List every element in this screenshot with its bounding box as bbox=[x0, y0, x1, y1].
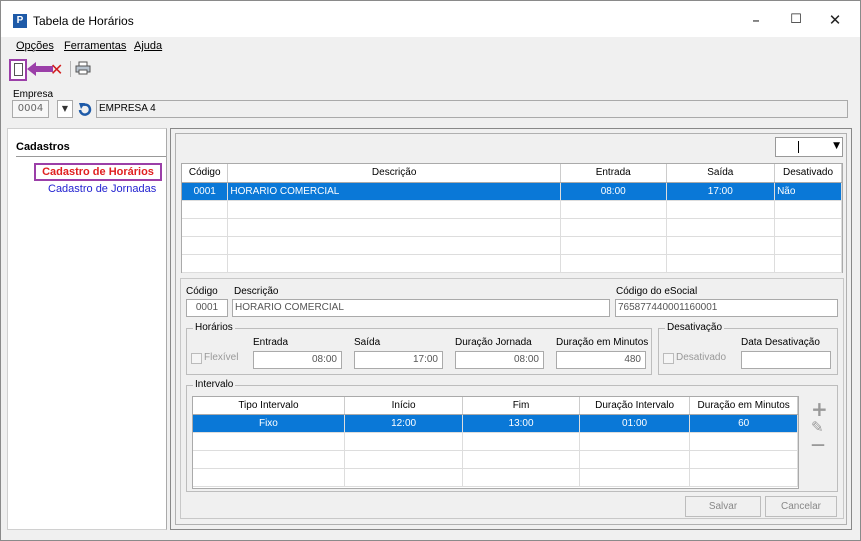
minimize-button[interactable]: – bbox=[736, 7, 776, 33]
menu-bar: Opções Ferramentas Ajuda bbox=[1, 37, 860, 57]
sidebar-divider bbox=[16, 156, 166, 157]
empresa-name-field[interactable]: EMPRESA 4 bbox=[96, 100, 848, 118]
toolbar: ✕ bbox=[1, 57, 860, 83]
cell-entrada[interactable]: 08:00 bbox=[560, 182, 667, 201]
filter-combobox[interactable]: ▼ bbox=[775, 137, 843, 157]
cell-tipo[interactable]: Fixo bbox=[193, 414, 345, 433]
text-caret bbox=[798, 141, 799, 153]
refresh-icon[interactable] bbox=[77, 101, 93, 117]
data-desativacao-label: Data Desativação bbox=[741, 337, 820, 348]
app-p-icon: P bbox=[13, 14, 27, 28]
empresa-code-field[interactable]: 0004 bbox=[12, 100, 49, 118]
empty-row[interactable] bbox=[182, 254, 842, 273]
column-header-fim[interactable]: Fim bbox=[462, 397, 580, 415]
descricao-label: Descrição bbox=[234, 286, 279, 297]
empty-row[interactable] bbox=[182, 218, 842, 237]
empty-row[interactable] bbox=[193, 432, 798, 451]
cell-minutos[interactable]: 60 bbox=[689, 414, 798, 433]
codigo-field[interactable]: 0001 bbox=[186, 299, 228, 317]
horarios-grid: Código Descrição Entrada Saída Desativad… bbox=[181, 163, 843, 273]
title-bar: P Tabela de Horários – ☐ ✕ bbox=[1, 1, 860, 37]
intervalo-header-row: Tipo Intervalo Início Fim Duração Interv… bbox=[193, 397, 798, 415]
column-header-inicio[interactable]: Início bbox=[344, 397, 464, 415]
close-button[interactable]: ✕ bbox=[815, 7, 855, 33]
column-header-entrada[interactable]: Entrada bbox=[560, 164, 667, 183]
sidebar: Cadastros Cadastro de Horários Cadastro … bbox=[7, 128, 167, 530]
maximize-button[interactable]: ☐ bbox=[776, 7, 816, 33]
edit-interval-icon[interactable]: ✎ bbox=[811, 418, 824, 436]
flexivel-checkbox[interactable] bbox=[191, 353, 202, 364]
desativado-label: Desativado bbox=[676, 352, 727, 363]
empty-row[interactable] bbox=[193, 468, 798, 487]
entrada-field[interactable]: 08:00 bbox=[253, 351, 342, 369]
empty-row[interactable] bbox=[182, 236, 842, 255]
intervalo-grid: Tipo Intervalo Início Fim Duração Interv… bbox=[192, 396, 799, 489]
sidebar-title: Cadastros bbox=[16, 141, 70, 153]
menu-ajuda[interactable]: Ajuda bbox=[134, 40, 162, 52]
delete-x-icon[interactable]: ✕ bbox=[50, 60, 63, 79]
menu-opcoes[interactable]: Opções bbox=[16, 40, 54, 52]
cancel-button[interactable]: Cancelar bbox=[765, 496, 837, 517]
cell-fim[interactable]: 13:00 bbox=[462, 414, 580, 433]
flexivel-label: Flexível bbox=[204, 352, 239, 363]
cell-saida[interactable]: 17:00 bbox=[666, 182, 776, 201]
duracao-minutos-field[interactable]: 480 bbox=[556, 351, 646, 369]
column-header-saida[interactable]: Saída bbox=[666, 164, 776, 183]
desativado-checkbox[interactable] bbox=[663, 353, 674, 364]
sidebar-item-cadastro-jornadas[interactable]: Cadastro de Jornadas bbox=[48, 183, 156, 195]
entrada-label: Entrada bbox=[253, 337, 289, 348]
esocial-field[interactable]: 765877440001160001 bbox=[615, 299, 838, 317]
empresa-label: Empresa bbox=[13, 89, 54, 100]
esocial-label: Código do eSocial bbox=[616, 286, 698, 297]
column-header-descricao[interactable]: Descrição bbox=[227, 164, 561, 183]
toolbar-separator bbox=[70, 61, 71, 77]
chevron-down-icon[interactable]: ▼ bbox=[833, 141, 840, 151]
desativacao-group-title: Desativação bbox=[665, 322, 725, 333]
table-row[interactable]: 0001 HORARIO COMERCIAL 08:00 17:00 Não bbox=[182, 182, 842, 201]
cell-descricao[interactable]: HORARIO COMERCIAL bbox=[227, 182, 561, 201]
column-header-tipo-intervalo[interactable]: Tipo Intervalo bbox=[193, 397, 345, 415]
window-title: Tabela de Horários bbox=[33, 14, 134, 28]
column-header-codigo[interactable]: Código bbox=[182, 164, 229, 183]
cell-duracao[interactable]: 01:00 bbox=[579, 414, 691, 433]
horarios-group-title: Horários bbox=[193, 322, 235, 333]
new-document-button[interactable] bbox=[9, 59, 27, 81]
duracao-jornada-label: Duração Jornada bbox=[455, 337, 532, 348]
cell-codigo[interactable]: 0001 bbox=[182, 182, 229, 201]
table-row[interactable]: Fixo 12:00 13:00 01:00 60 bbox=[193, 414, 798, 433]
cell-inicio[interactable]: 12:00 bbox=[344, 414, 464, 433]
data-desativacao-field[interactable] bbox=[741, 351, 831, 369]
column-header-duracao-intervalo[interactable]: Duração Intervalo bbox=[579, 397, 691, 415]
duracao-minutos-label: Duração em Minutos bbox=[556, 337, 649, 348]
saida-label: Saída bbox=[354, 337, 381, 348]
cell-desativado[interactable]: Não bbox=[774, 182, 842, 201]
intervalo-group-title: Intervalo bbox=[193, 379, 236, 390]
column-header-duracao-minutos[interactable]: Duração em Minutos bbox=[689, 397, 798, 415]
save-button[interactable]: Salvar bbox=[685, 496, 761, 517]
grid-header-row: Código Descrição Entrada Saída Desativad… bbox=[182, 164, 842, 183]
saida-field[interactable]: 17:00 bbox=[354, 351, 443, 369]
empty-row[interactable] bbox=[182, 200, 842, 219]
menu-ferramentas[interactable]: Ferramentas bbox=[64, 40, 126, 52]
new-document-icon bbox=[14, 63, 23, 76]
main-window: P Tabela de Horários – ☐ ✕ Opções Ferram… bbox=[0, 0, 861, 541]
empresa-dropdown-button[interactable]: ▼ bbox=[57, 100, 73, 118]
remove-interval-icon[interactable]: — bbox=[811, 437, 825, 453]
printer-icon[interactable] bbox=[75, 61, 91, 75]
sidebar-item-cadastro-horarios[interactable]: Cadastro de Horários bbox=[34, 163, 162, 181]
descricao-field[interactable]: HORARIO COMERCIAL bbox=[232, 299, 610, 317]
column-header-desativado[interactable]: Desativado bbox=[774, 164, 842, 183]
empty-row[interactable] bbox=[193, 450, 798, 469]
duracao-jornada-field[interactable]: 08:00 bbox=[455, 351, 544, 369]
codigo-label: Código bbox=[186, 286, 218, 297]
